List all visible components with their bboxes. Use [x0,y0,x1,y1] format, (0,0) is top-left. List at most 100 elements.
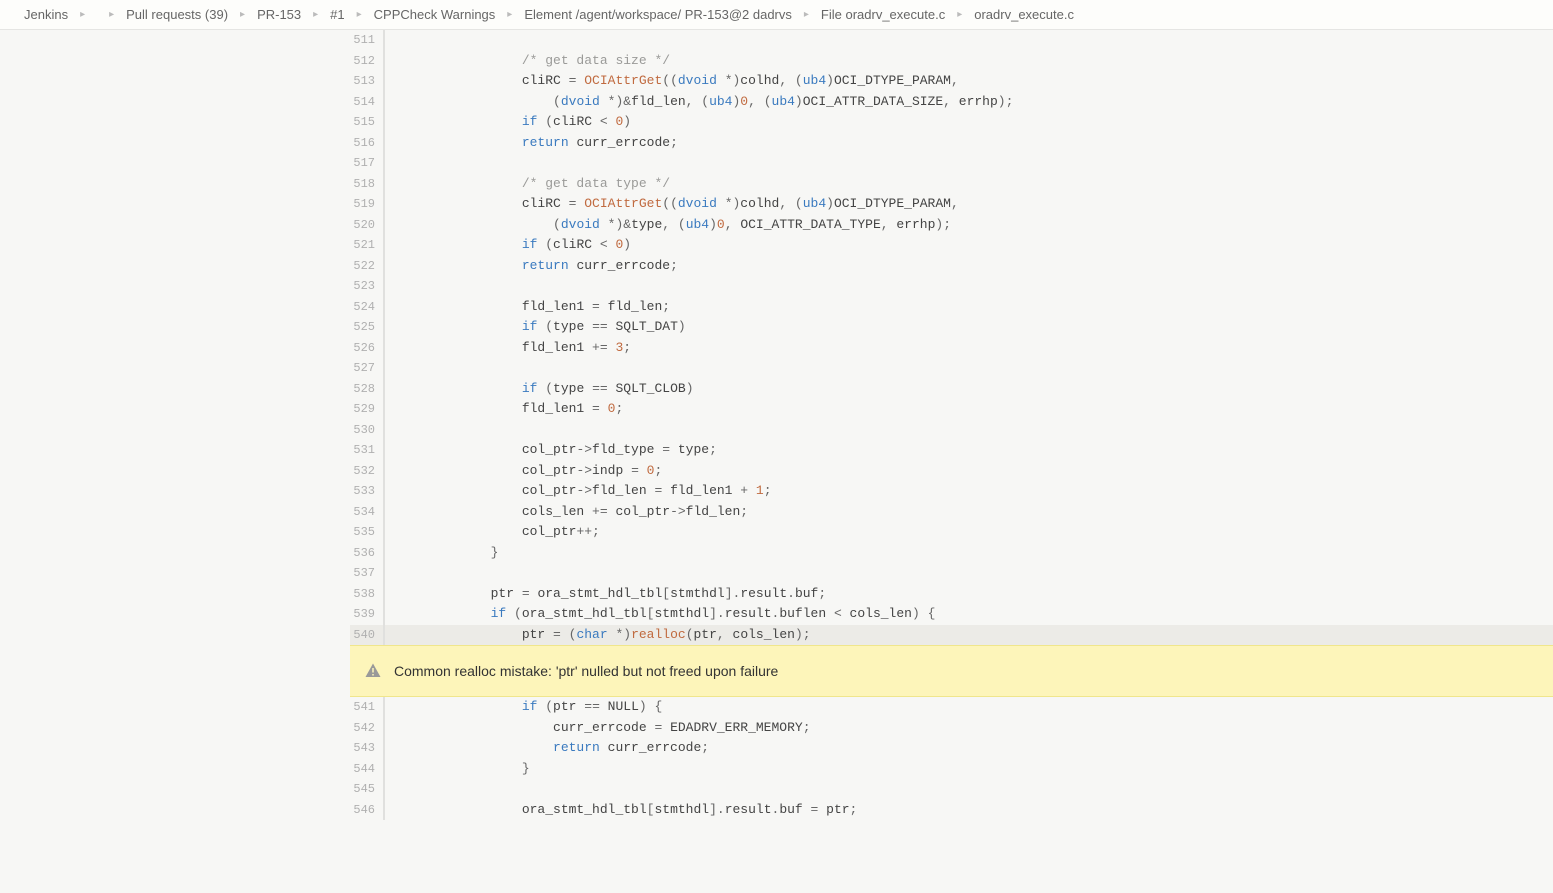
code-viewer[interactable]: 511512 /* get data size */513 cliRC = OC… [350,30,1553,893]
line-source[interactable]: if (type == SQLT_CLOB) [384,379,1553,400]
line-source[interactable]: if (cliRC < 0) [384,235,1553,256]
breadcrumb-item[interactable]: CPPCheck Warnings [370,7,500,22]
line-source[interactable]: cols_len += col_ptr->fld_len; [384,502,1553,523]
line-source[interactable]: fld_len1 += 3; [384,338,1553,359]
line-number[interactable]: 530 [350,420,384,441]
line-source[interactable]: (dvoid *)&fld_len, (ub4)0, (ub4)OCI_ATTR… [384,92,1553,113]
line-source[interactable]: ptr = (char *)realloc(ptr, cols_len); [384,625,1553,646]
line-number[interactable]: 518 [350,174,384,195]
line-source[interactable] [384,276,1553,297]
line-source[interactable]: ptr = ora_stmt_hdl_tbl[stmthdl].result.b… [384,584,1553,605]
breadcrumb-item[interactable]: #1 [326,7,348,22]
line-number[interactable]: 526 [350,338,384,359]
breadcrumb-separator: ▸ [80,9,85,20]
line-number[interactable]: 537 [350,563,384,584]
line-number[interactable]: 529 [350,399,384,420]
line-source[interactable]: cliRC = OCIAttrGet((dvoid *)colhd, (ub4)… [384,194,1553,215]
code-line: 537 [350,563,1553,584]
line-number[interactable]: 517 [350,153,384,174]
line-source[interactable]: cliRC = OCIAttrGet((dvoid *)colhd, (ub4)… [384,71,1553,92]
code-line: 511 [350,30,1553,51]
line-number[interactable]: 541 [350,697,384,718]
line-number[interactable]: 523 [350,276,384,297]
line-number[interactable]: 531 [350,440,384,461]
line-number[interactable]: 514 [350,92,384,113]
line-number[interactable]: 513 [350,71,384,92]
line-number[interactable]: 536 [350,543,384,564]
line-source[interactable]: if (ptr == NULL) { [384,697,1553,718]
line-source[interactable]: curr_errcode = EDADRV_ERR_MEMORY; [384,718,1553,739]
main-area: 511512 /* get data size */513 cliRC = OC… [0,30,1553,893]
line-source[interactable]: /* get data size */ [384,51,1553,72]
line-number[interactable]: 543 [350,738,384,759]
line-number[interactable]: 525 [350,317,384,338]
line-source[interactable]: col_ptr++; [384,522,1553,543]
code-line: 544 } [350,759,1553,780]
line-source[interactable] [384,358,1553,379]
line-source[interactable]: col_ptr->fld_len = fld_len1 + 1; [384,481,1553,502]
line-source[interactable]: (dvoid *)&type, (ub4)0, OCI_ATTR_DATA_TY… [384,215,1553,236]
line-number[interactable]: 545 [350,779,384,800]
line-number[interactable]: 528 [350,379,384,400]
warning-box[interactable]: Common realloc mistake: 'ptr' nulled but… [350,645,1553,697]
line-source[interactable]: return curr_errcode; [384,738,1553,759]
line-number[interactable]: 522 [350,256,384,277]
line-source[interactable]: return curr_errcode; [384,256,1553,277]
code-line: 519 cliRC = OCIAttrGet((dvoid *)colhd, (… [350,194,1553,215]
code-line: 535 col_ptr++; [350,522,1553,543]
line-source[interactable]: } [384,543,1553,564]
line-source[interactable]: if (type == SQLT_DAT) [384,317,1553,338]
line-number[interactable]: 540 [350,625,384,646]
line-source[interactable]: /* get data type */ [384,174,1553,195]
code-line: 541 if (ptr == NULL) { [350,697,1553,718]
line-number[interactable]: 520 [350,215,384,236]
line-source[interactable]: if (cliRC < 0) [384,112,1553,133]
breadcrumb-separator: ▸ [313,9,318,20]
line-number[interactable]: 511 [350,30,384,51]
line-source[interactable]: col_ptr->indp = 0; [384,461,1553,482]
line-number[interactable]: 519 [350,194,384,215]
breadcrumb-item[interactable]: PR-153 [253,7,305,22]
line-number[interactable]: 532 [350,461,384,482]
code-line: 522 return curr_errcode; [350,256,1553,277]
left-gutter [0,30,350,893]
breadcrumb-item[interactable]: File oradrv_execute.c [817,7,949,22]
line-number[interactable]: 533 [350,481,384,502]
breadcrumb-separator: ▸ [957,9,962,20]
line-number[interactable]: 535 [350,522,384,543]
line-source[interactable]: col_ptr->fld_type = type; [384,440,1553,461]
breadcrumb-item[interactable]: Element /agent/workspace/ PR-153@2 dadrv… [520,7,796,22]
line-number[interactable]: 546 [350,800,384,821]
line-source[interactable] [384,779,1553,800]
line-number[interactable]: 539 [350,604,384,625]
code-line: 524 fld_len1 = fld_len; [350,297,1553,318]
line-source[interactable] [384,563,1553,584]
code-line: 534 cols_len += col_ptr->fld_len; [350,502,1553,523]
code-line: 525 if (type == SQLT_DAT) [350,317,1553,338]
warning-icon [364,662,382,680]
breadcrumb-item[interactable]: Jenkins [20,7,72,22]
line-source[interactable] [384,30,1553,51]
line-number[interactable]: 527 [350,358,384,379]
breadcrumb-item[interactable]: Pull requests (39) [122,7,232,22]
line-source[interactable]: fld_len1 = fld_len; [384,297,1553,318]
line-source[interactable]: if (ora_stmt_hdl_tbl[stmthdl].result.buf… [384,604,1553,625]
code-line: 515 if (cliRC < 0) [350,112,1553,133]
line-number[interactable]: 538 [350,584,384,605]
breadcrumb-item[interactable]: oradrv_execute.c [970,7,1078,22]
code-line: 538 ptr = ora_stmt_hdl_tbl[stmthdl].resu… [350,584,1553,605]
line-source[interactable]: return curr_errcode; [384,133,1553,154]
line-source[interactable] [384,153,1553,174]
line-source[interactable]: fld_len1 = 0; [384,399,1553,420]
line-source[interactable]: ora_stmt_hdl_tbl[stmthdl].result.buf = p… [384,800,1553,821]
line-source[interactable]: } [384,759,1553,780]
line-source[interactable] [384,420,1553,441]
line-number[interactable]: 524 [350,297,384,318]
line-number[interactable]: 516 [350,133,384,154]
line-number[interactable]: 512 [350,51,384,72]
line-number[interactable]: 534 [350,502,384,523]
line-number[interactable]: 544 [350,759,384,780]
line-number[interactable]: 521 [350,235,384,256]
line-number[interactable]: 515 [350,112,384,133]
line-number[interactable]: 542 [350,718,384,739]
